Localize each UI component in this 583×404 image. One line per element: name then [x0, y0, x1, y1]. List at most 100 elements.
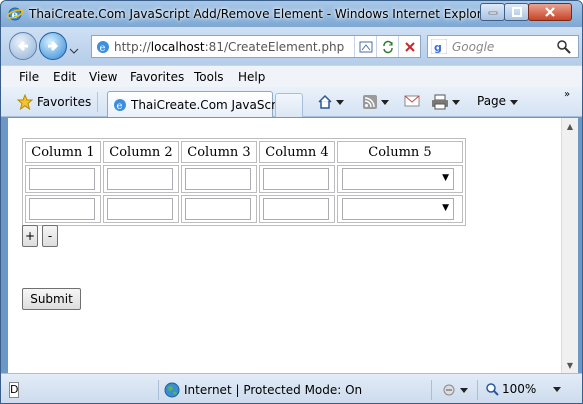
- favorites-bar: Favorites e ThaiCreate.Com JavaScr... Pa…: [1, 87, 582, 117]
- row-text-input[interactable]: [185, 168, 251, 190]
- tab-current-page[interactable]: e ThaiCreate.Com JavaScr...: [107, 91, 286, 117]
- row-text-input[interactable]: [107, 168, 173, 190]
- print-button[interactable]: [431, 94, 460, 110]
- url-text: http://localhost:81/CreateElement.php: [114, 40, 345, 54]
- page-icon: e: [95, 39, 111, 58]
- add-row-button[interactable]: +: [22, 225, 38, 247]
- column-header: Column 4: [259, 141, 335, 163]
- remove-row-button[interactable]: -: [42, 225, 58, 247]
- zoom-control[interactable]: 100%: [485, 382, 562, 396]
- menu-help[interactable]: Help: [238, 70, 265, 84]
- zoom-level: 100%: [502, 382, 537, 396]
- refresh-icon: [382, 40, 393, 53]
- submit-button[interactable]: Submit: [22, 288, 81, 310]
- menu-view[interactable]: View: [89, 70, 117, 84]
- recent-pages-dropdown[interactable]: [69, 43, 79, 57]
- home-icon: [318, 94, 332, 109]
- page-icon: e: [112, 97, 128, 116]
- zoom-icon: [486, 383, 499, 396]
- zone-label: Internet | Protected Mode: On: [184, 383, 363, 397]
- feeds-button[interactable]: [362, 94, 389, 110]
- address-field[interactable]: e http://localhost:81/CreateElement.php: [91, 35, 421, 58]
- status-divider: [431, 380, 432, 400]
- page-menu-button[interactable]: Page: [477, 94, 518, 108]
- menu-favorites[interactable]: Favorites: [130, 70, 184, 84]
- chevron-down-icon: [509, 100, 518, 105]
- ie-logo-icon: e: [6, 6, 24, 22]
- favorites-star-icon[interactable]: [16, 93, 34, 113]
- chevron-down-icon: [381, 99, 389, 105]
- page-menu-label: Page: [477, 94, 507, 108]
- row-text-input[interactable]: [107, 198, 173, 220]
- column-header: Column 1: [25, 141, 101, 163]
- scroll-up-arrow-icon[interactable]: ▲: [562, 118, 578, 134]
- refresh-button[interactable]: [376, 36, 398, 57]
- globe-icon: [164, 382, 180, 398]
- chevron-down-icon: [460, 387, 468, 393]
- column-header: Column 5: [337, 141, 463, 163]
- search-field[interactable]: g Google: [427, 35, 579, 58]
- google-logo-icon: g: [430, 38, 448, 55]
- row-select-dropdown[interactable]: ▼: [342, 198, 454, 220]
- table-row: ▼: [25, 165, 463, 193]
- page-content: Column 1 Column 2 Column 3 Column 4 Colu…: [8, 118, 561, 373]
- compatibility-view-button[interactable]: [354, 36, 376, 57]
- stop-button[interactable]: [398, 36, 420, 57]
- row-text-input[interactable]: [29, 168, 95, 190]
- search-icon: [557, 40, 571, 54]
- status-divider: [477, 380, 478, 400]
- menu-tools[interactable]: Tools: [194, 70, 224, 84]
- status-text: D: [9, 382, 19, 398]
- toolbar-divider: [97, 92, 98, 112]
- forward-button[interactable]: [39, 32, 67, 60]
- column-header: Column 3: [181, 141, 257, 163]
- privacy-report-button[interactable]: [441, 383, 468, 397]
- back-button[interactable]: [9, 32, 37, 60]
- privacy-icon: [443, 384, 455, 396]
- chevron-down-icon: [452, 99, 460, 105]
- toolbar-overflow-chevron[interactable]: »: [564, 89, 570, 100]
- menu-bar: File Edit View Favorites Tools Help: [1, 65, 582, 87]
- column-header: Column 2: [103, 141, 179, 163]
- row-text-input[interactable]: [29, 198, 95, 220]
- security-zone[interactable]: Internet | Protected Mode: On: [164, 382, 362, 398]
- tab-title: ThaiCreate.Com JavaScr...: [131, 98, 287, 112]
- browser-window: e ThaiCreate.Com JavaScript Add/Remove E…: [0, 0, 583, 404]
- maximize-button[interactable]: [504, 3, 529, 21]
- close-window-button[interactable]: [528, 3, 572, 21]
- scroll-down-arrow-icon[interactable]: ▼: [562, 357, 578, 373]
- chevron-down-icon: [336, 99, 344, 105]
- status-divider: [158, 380, 159, 400]
- table-row: ▼: [25, 195, 463, 223]
- dropdown-arrow-icon: ▼: [442, 173, 449, 183]
- mail-icon: [404, 95, 420, 107]
- row-select-dropdown[interactable]: ▼: [342, 168, 454, 190]
- search-button[interactable]: [556, 39, 572, 58]
- window-title: ThaiCreate.Com JavaScript Add/Remove Ele…: [29, 7, 494, 21]
- new-tab-button[interactable]: [275, 93, 303, 117]
- status-bar: D Internet | Protected Mode: On 100%: [1, 373, 582, 403]
- favorites-button[interactable]: Favorites: [37, 95, 91, 109]
- rss-icon: [363, 95, 377, 109]
- back-arrow-icon: [17, 40, 28, 52]
- dropdown-arrow-icon: ▼: [442, 203, 449, 213]
- vertical-scrollbar[interactable]: ▲ ▼: [561, 118, 578, 373]
- row-text-input[interactable]: [185, 198, 251, 220]
- printer-icon: [432, 94, 448, 110]
- forward-arrow-icon: [48, 40, 59, 52]
- address-toolbar: e http://localhost:81/CreateElement.php …: [1, 27, 582, 65]
- svg-text:e: e: [100, 43, 106, 54]
- title-bar: e ThaiCreate.Com JavaScript Add/Remove E…: [1, 1, 582, 27]
- compatibility-icon: [359, 41, 372, 52]
- table-header-row: Column 1 Column 2 Column 3 Column 4 Colu…: [25, 141, 463, 163]
- search-placeholder: Google: [452, 40, 495, 54]
- menu-file[interactable]: File: [19, 70, 39, 84]
- row-text-input[interactable]: [263, 198, 329, 220]
- row-text-input[interactable]: [263, 168, 329, 190]
- svg-text:g: g: [434, 41, 442, 54]
- chevron-down-icon: [553, 386, 562, 392]
- menu-edit[interactable]: Edit: [53, 70, 76, 84]
- read-mail-button[interactable]: [404, 94, 420, 108]
- home-button[interactable]: [317, 94, 344, 110]
- minimize-button[interactable]: [480, 3, 505, 21]
